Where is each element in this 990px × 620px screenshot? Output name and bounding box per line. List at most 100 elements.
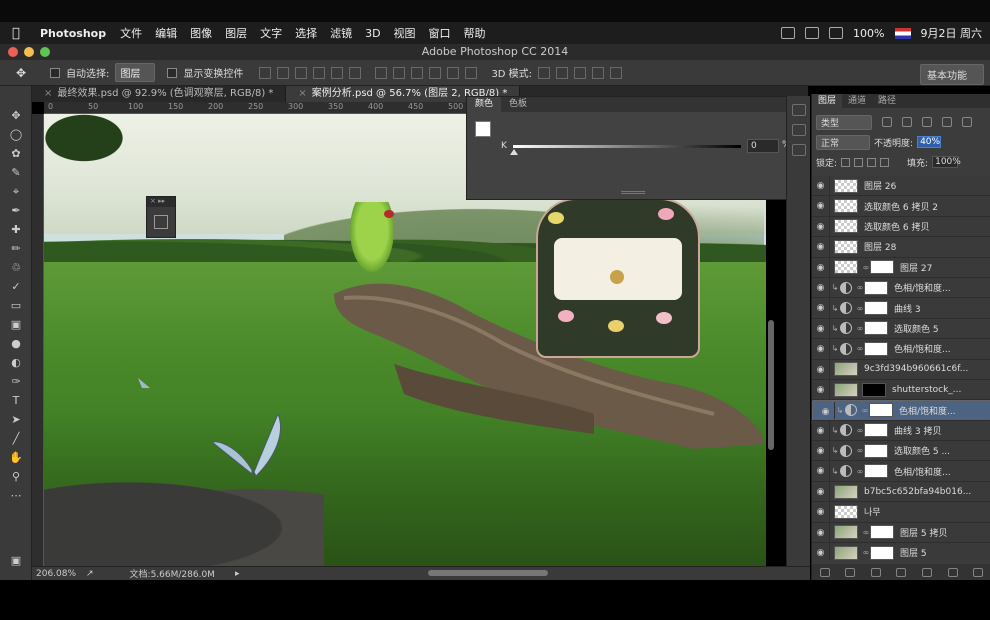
layer-mask-thumbnail[interactable] — [864, 280, 888, 295]
quick-select-tool-button[interactable]: ✎ — [6, 165, 26, 180]
eye-icon[interactable]: ◉ — [812, 237, 830, 257]
layer-row[interactable]: ◉ 选取颜色 6 拷贝 — [812, 216, 990, 238]
layer-row[interactable]: ◉ ∞ 图层 5 — [812, 543, 990, 560]
distribute-left-icon[interactable] — [429, 66, 442, 79]
layer-mask-thumbnail[interactable] — [864, 464, 888, 479]
eye-icon[interactable]: ◉ — [817, 402, 835, 419]
eye-icon[interactable]: ◉ — [812, 461, 830, 481]
zoom-level[interactable]: 206.08% — [36, 569, 86, 579]
layer-row[interactable]: ◉ ↳ ∞ 色相/饱和度... — [812, 277, 990, 299]
layer-row[interactable]: ◉ ∞ 图层 5 拷贝 — [812, 522, 990, 544]
3d-roll-icon[interactable] — [556, 66, 569, 79]
adjustment-layer-icon[interactable] — [840, 465, 852, 478]
link-icon[interactable]: ∞ — [861, 406, 869, 415]
layer-row[interactable]: ◉ ↳ ∞ 曲线 3 拷贝 — [812, 420, 990, 442]
filter-smart-object-icon[interactable] — [962, 117, 972, 127]
layer-mask-thumbnail[interactable] — [864, 341, 888, 356]
layer-mask-thumbnail[interactable] — [864, 423, 888, 438]
close-window-button[interactable] — [8, 47, 18, 57]
distribute-top-icon[interactable] — [375, 66, 388, 79]
layer-thumbnail[interactable] — [834, 239, 858, 254]
filter-type-icon[interactable] — [922, 117, 932, 127]
status-share-icon[interactable]: ↗ — [86, 569, 94, 579]
healing-tool-button[interactable]: ✚ — [6, 222, 26, 237]
status-menu-arrow-icon[interactable]: ▸ — [235, 569, 240, 579]
eye-icon[interactable]: ◉ — [812, 420, 830, 441]
mini-palette-icon[interactable] — [154, 215, 168, 229]
blend-mode-dropdown[interactable]: 正常 — [816, 134, 871, 150]
wifi-icon[interactable] — [829, 27, 844, 39]
layer-row[interactable]: ◉ ↳ ∞ 选取颜色 5 ... — [812, 441, 990, 462]
opacity-input[interactable]: 40% — [917, 136, 942, 148]
layer-mask-thumbnail[interactable] — [864, 443, 888, 458]
layer-row[interactable]: ◉ b7bc5c652bfa94b016... — [812, 481, 990, 503]
link-icon[interactable]: ∞ — [862, 528, 870, 537]
eye-icon[interactable]: ◉ — [812, 359, 830, 379]
layer-thumbnail[interactable] — [834, 545, 858, 560]
layer-row[interactable]: ◉ ↳ ∞ 色相/饱和度... — [812, 461, 990, 482]
filter-pixel-icon[interactable] — [882, 117, 892, 127]
tab-layers[interactable]: 图层 — [812, 94, 843, 108]
link-icon[interactable]: ∞ — [856, 467, 864, 476]
adjustment-layer-icon[interactable] — [840, 342, 852, 355]
creative-cloud-icon[interactable] — [781, 27, 796, 39]
delete-layer-icon[interactable] — [973, 567, 984, 577]
mini-palette-header[interactable]: × ▸▸ — [147, 197, 175, 207]
3d-rotate-icon[interactable] — [538, 66, 551, 79]
layer-row[interactable]: ◉ shutterstock_... — [812, 379, 990, 401]
eye-icon[interactable]: ◉ — [812, 441, 830, 461]
eye-icon[interactable]: ◉ — [812, 502, 830, 522]
close-tab-icon[interactable]: × — [298, 88, 306, 99]
eyedropper-tool-button[interactable]: ✒ — [6, 203, 26, 218]
3d-scale-icon[interactable] — [610, 66, 623, 79]
canvas-horizontal-scrollbar[interactable] — [428, 570, 548, 576]
k-channel-slider[interactable] — [513, 145, 741, 148]
filter-adjustment-icon[interactable] — [902, 117, 912, 127]
link-icon[interactable]: ∞ — [856, 324, 864, 333]
new-layer-icon[interactable] — [947, 567, 958, 577]
auto-select-dropdown[interactable]: 图层 — [115, 63, 156, 82]
line-tool-button[interactable]: ╱ — [6, 431, 26, 446]
layer-row[interactable]: ◉ ↳ ∞ 色相/饱和度... — [812, 339, 990, 360]
adjustment-layer-icon[interactable] — [840, 322, 852, 335]
crop-tool-button[interactable]: ⌖ — [6, 184, 26, 199]
lock-transparent-icon[interactable] — [841, 157, 851, 167]
menu-image[interactable]: 图像 — [190, 25, 212, 41]
eye-icon[interactable]: ◉ — [812, 196, 830, 216]
layer-mask-thumbnail[interactable] — [870, 525, 894, 540]
lasso-tool-button[interactable]: ✿ — [6, 146, 26, 161]
layer-mask-thumbnail[interactable] — [864, 301, 888, 316]
eye-icon[interactable]: ◉ — [812, 543, 830, 560]
properties-panel-icon[interactable] — [792, 124, 806, 136]
layer-thumbnail[interactable] — [834, 382, 858, 397]
edit-toolbar-button[interactable]: ⋯ — [6, 488, 26, 503]
adjustment-layer-icon[interactable] — [845, 404, 857, 417]
distribute-right-icon[interactable] — [465, 66, 478, 79]
clone-stamp-tool-button[interactable]: ♲ — [6, 260, 26, 275]
add-mask-icon[interactable] — [870, 567, 881, 577]
path-select-tool-button[interactable]: ➤ — [6, 412, 26, 427]
tab-final-effect[interactable]: × 最终效果.psd @ 92.9% (色调观察层, RGB/8) * — [32, 86, 287, 102]
menu-file[interactable]: 文件 — [120, 25, 142, 41]
tab-channels[interactable]: 通道 — [842, 94, 872, 108]
k-slider-thumb[interactable] — [510, 149, 518, 155]
menu-window[interactable]: 窗口 — [429, 25, 451, 41]
close-tab-icon[interactable]: × — [44, 88, 52, 99]
history-panel-icon[interactable] — [792, 104, 806, 116]
adjustment-layer-icon[interactable] — [840, 424, 852, 437]
layer-thumbnail[interactable] — [834, 525, 858, 540]
history-brush-tool-button[interactable]: ✓ — [6, 279, 26, 294]
layer-thumbnail[interactable] — [834, 362, 858, 377]
link-layers-icon[interactable] — [819, 567, 830, 577]
align-hcenter-icon[interactable] — [331, 66, 344, 79]
menu-select[interactable]: 选择 — [295, 25, 317, 41]
link-icon[interactable]: ∞ — [862, 263, 870, 272]
layer-row[interactable]: ◉ ↳ ∞ 选取颜色 5 — [812, 318, 990, 340]
workspace-dropdown[interactable]: 基本功能 — [920, 64, 984, 85]
brush-panel-icon[interactable] — [792, 144, 806, 156]
layer-kind-dropdown[interactable]: 类型 — [816, 114, 872, 130]
link-icon[interactable]: ∞ — [856, 304, 864, 313]
layer-style-icon[interactable] — [845, 567, 856, 577]
align-bottom-icon[interactable] — [295, 66, 308, 79]
menubar-date[interactable]: 9月2日 周六 — [921, 25, 983, 41]
